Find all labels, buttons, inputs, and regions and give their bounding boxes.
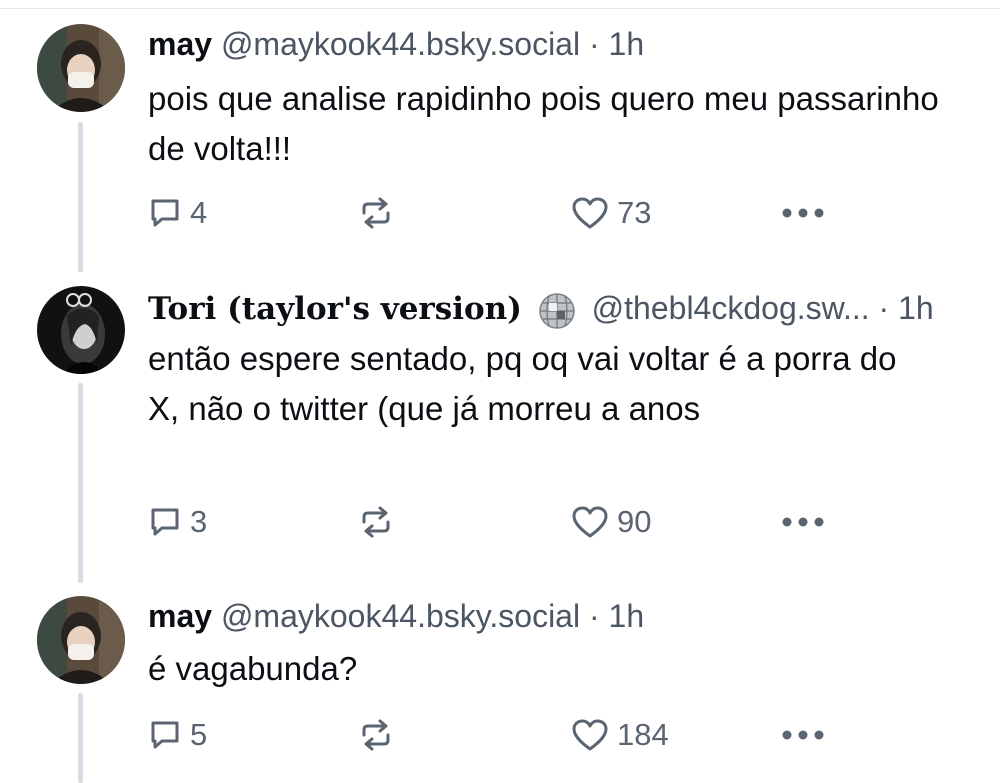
ellipsis-icon	[782, 208, 824, 218]
heart-icon	[572, 506, 608, 538]
thread-line	[78, 383, 83, 583]
speech-bubble-icon	[151, 721, 179, 749]
avatar[interactable]	[37, 596, 125, 684]
reply-button[interactable]: 4	[148, 193, 207, 233]
like-button[interactable]: 184	[571, 715, 669, 755]
post-text: então espere sentado, pq oq vai voltar é…	[148, 340, 897, 427]
ellipsis-icon	[782, 517, 824, 527]
top-divider	[0, 8, 1000, 9]
reply-count: 3	[190, 504, 208, 539]
display-name[interactable]: may	[148, 26, 212, 62]
like-count: 184	[617, 717, 669, 752]
separator-dot: ·	[588, 26, 600, 62]
reply-button[interactable]: 5	[148, 715, 207, 755]
repost-button[interactable]	[358, 715, 394, 755]
timestamp[interactable]: 1h	[898, 290, 934, 326]
post-header: may @maykook44.bsky.social · 1h	[148, 596, 644, 636]
repost-arrows-icon	[362, 197, 390, 229]
display-name[interactable]: may	[148, 598, 212, 634]
disco-ball-icon	[539, 292, 575, 329]
like-count: 90	[617, 504, 652, 539]
reply-button[interactable]: 3	[148, 502, 207, 542]
post-text: é vagabunda?	[148, 650, 358, 687]
handle[interactable]: @maykook44.bsky.social	[221, 598, 580, 634]
display-name[interactable]: Tori (taylor's version)	[148, 291, 522, 327]
avatar[interactable]	[37, 24, 125, 112]
avatar[interactable]	[37, 286, 125, 374]
handle[interactable]: @thebl4ckdog.sw...	[592, 290, 870, 326]
timestamp[interactable]: 1h	[609, 598, 645, 634]
handle[interactable]: @maykook44.bsky.social	[221, 26, 580, 62]
repost-button[interactable]	[358, 502, 394, 542]
post-actions: 4 73	[148, 193, 848, 233]
like-count: 73	[617, 195, 652, 230]
reply-count: 4	[190, 195, 208, 230]
separator-dot: ·	[878, 290, 890, 326]
more-button[interactable]	[781, 715, 825, 755]
heart-icon	[572, 719, 608, 751]
speech-bubble-icon	[151, 199, 179, 227]
post-header: Tori (taylor's version) @thebl4ckdog.sw.…	[148, 288, 934, 331]
post-text: pois que analise rapidinho pois quero me…	[148, 80, 939, 167]
post-actions: 3 90	[148, 502, 848, 542]
timestamp[interactable]: 1h	[609, 26, 645, 62]
separator-dot: ·	[588, 598, 600, 634]
like-button[interactable]: 90	[571, 502, 651, 542]
heart-icon	[572, 197, 608, 229]
ellipsis-icon	[782, 730, 824, 740]
like-button[interactable]: 73	[571, 193, 651, 233]
post-header: may @maykook44.bsky.social · 1h	[148, 24, 644, 64]
speech-bubble-icon	[151, 508, 179, 536]
repost-button[interactable]	[358, 193, 394, 233]
more-button[interactable]	[781, 193, 825, 233]
reply-count: 5	[190, 717, 208, 752]
thread-line	[78, 693, 83, 783]
more-button[interactable]	[781, 502, 825, 542]
post-actions: 5 184	[148, 715, 848, 755]
repost-arrows-icon	[362, 506, 390, 538]
repost-arrows-icon	[362, 719, 390, 751]
thread-line	[78, 122, 83, 272]
